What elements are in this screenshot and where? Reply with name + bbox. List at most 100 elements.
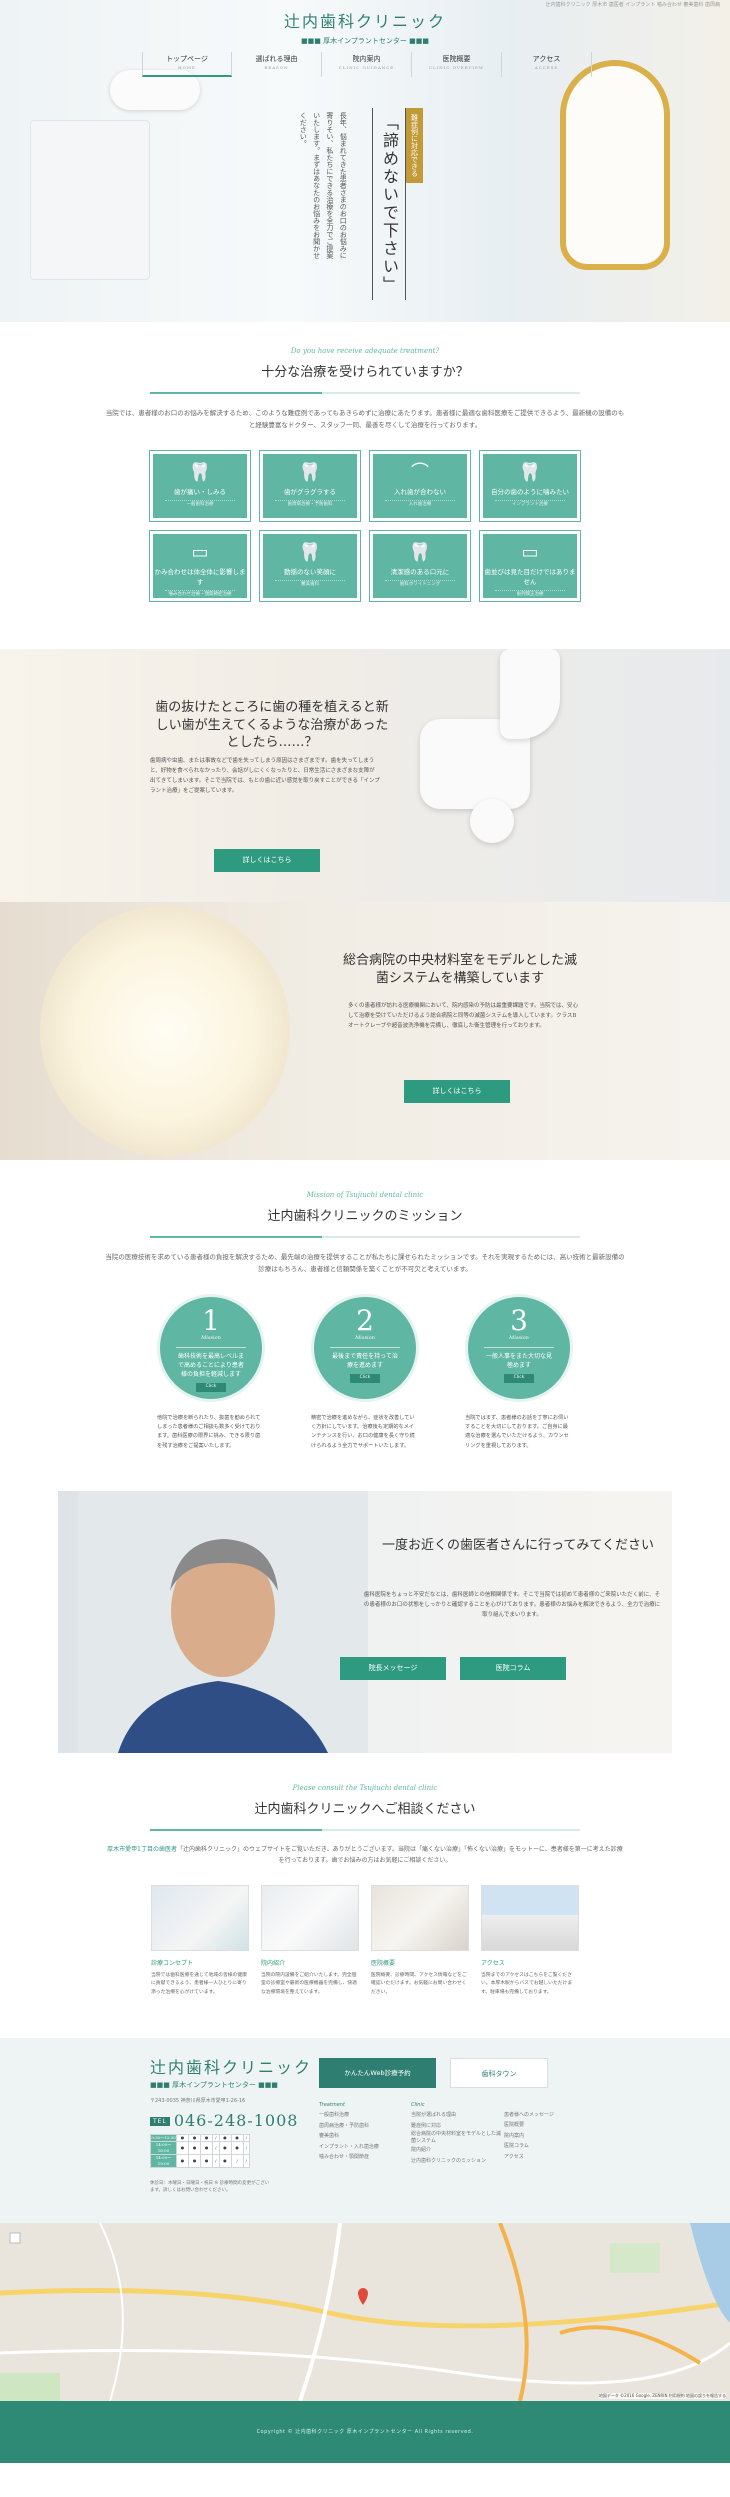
tooth-icon: 🦷 — [408, 542, 432, 564]
card-image — [261, 1884, 359, 1951]
footer-link[interactable]: 噛み合わせ・顎関節症 — [319, 2152, 419, 2163]
dental-town-banner[interactable]: 歯科タウン — [450, 2057, 548, 2088]
treatment-tile[interactable]: 🦷 歯がグラグラする 歯周病治療・予防歯科 — [259, 450, 361, 523]
hours-time: 9:30〜12:30 — [150, 2133, 177, 2142]
mission-desc: 当院ではまず、患者様のお話を丁寧にお伺いすることを大切にしております。ご自身に最… — [465, 1414, 569, 1449]
footer-link[interactable]: 審美歯科 — [319, 2131, 419, 2142]
mission-circle[interactable]: 1 Mission 歯科技術を最高レベルまで高めることにより患者様の負担を軽減し… — [157, 1293, 265, 1402]
mission-click[interactable]: Click — [349, 1374, 381, 1383]
hours-row: 9:30〜12:30 ● ● ● / ● ● / — [150, 2133, 251, 2142]
footer-link[interactable]: 歯周病治療・予防歯科 — [319, 2121, 419, 2132]
footer-link[interactable]: 一般歯科治療 — [319, 2110, 419, 2121]
section-intro: 当院では、患者様のお口のお悩みを解決するため、このような難症例であってもあきらめ… — [105, 409, 625, 429]
sterile-body: 多くの患者様が訪れる医療機関において、院内感染の予防は最重要課題です。当院では、… — [348, 1003, 579, 1030]
treatment-tile[interactable]: ▭ 歯並びは見た目だけではありません 歯列矯正治療 — [479, 530, 581, 603]
implant-more-button[interactable]: 詳しくはこちら — [214, 849, 320, 872]
treatment-tile[interactable]: 🦷 動揺のない笑顔に 審美歯科 — [259, 530, 361, 603]
treatment-section: Do you have receive adequate treatment? … — [0, 322, 730, 603]
lamp-arm-image — [500, 649, 560, 740]
mission-en: Mission — [509, 1334, 529, 1341]
consult-card[interactable]: アクセス 当院までのアクセスはこちらをご覧ください。本厚木駅からバスでお越しいた… — [481, 1884, 579, 1998]
section-title: 辻内歯科クリニックのミッション — [267, 1208, 463, 1224]
nav-reason[interactable]: 選ばれる理由 REASON — [232, 52, 322, 77]
hero-badge: 難症例に対応できる — [406, 108, 423, 183]
doctor-title: 一度お近くの歯医者さんに行ってみてください — [382, 1538, 654, 1554]
nav-access[interactable]: アクセス ACCESS — [502, 52, 592, 77]
nav-sublabel: CLINIC GUIDANCE — [338, 64, 395, 70]
card-title: 診療コンセプト — [151, 1959, 194, 1967]
surgical-light-image — [40, 906, 290, 1157]
footer-link[interactable]: 患者様へのメッセージ — [504, 2110, 604, 2121]
footer-phone[interactable]: TEL 046-248-1008 — [150, 2109, 298, 2133]
nav-clinic-overview[interactable]: 医院概要 CLINIC OVERVIEW — [412, 52, 502, 77]
tile-title: 入れ歯が合わない — [394, 488, 446, 497]
card-title: 院内紹介 — [261, 1959, 286, 1967]
consult-card[interactable]: 院内紹介 当院の院内設備をご紹介いたします。完全個室の診療室や最新の医療機器を完… — [261, 1884, 359, 1998]
footer-clinic-subtitle: ■■■ 厚木インプラントセンター ■■■ — [150, 2080, 278, 2089]
footer-link[interactable]: アクセス — [504, 2152, 604, 2163]
nav-label: 医院概要 — [442, 55, 471, 63]
main-nav: トップページ HOME 選ばれる理由 REASON 院内案内 CLINIC GU… — [142, 52, 592, 77]
hours-row: 14:00〜16:00 ● ● ● / ● ● / — [150, 2140, 251, 2155]
director-message-button[interactable]: 院長メッセージ — [340, 1657, 446, 1680]
mission-click[interactable]: Click — [195, 1383, 227, 1392]
tooth-icon: 🦷 — [298, 542, 322, 564]
hours-row: 14:00〜19:00 ● ● ● / ● / / — [150, 2153, 251, 2168]
nav-clinic-guidance[interactable]: 院内案内 CLINIC GUIDANCE — [322, 52, 412, 77]
mission-circle[interactable]: 3 Mission 一般人事をまた大切な見極めます Click — [465, 1293, 573, 1402]
mission-circle[interactable]: 2 Mission 最後まで責任を持って治療を進めます Click — [311, 1293, 419, 1402]
map-embed[interactable]: 地図データ ©2016 Google, ZENRIN 利用規約 地図の誤りを報告… — [0, 2222, 730, 2401]
treatment-tile[interactable]: 🦷 清潔感のある口元に 歯科ホワイトニング — [369, 530, 471, 603]
hero-headline: 「諦めないで下さい」 — [372, 108, 406, 300]
tile-title: 自分の歯のように噛みたい — [491, 488, 569, 497]
consult-intro: 厚木市愛甲1丁目の歯医者「辻内歯科クリニック」のウェブサイトをご覧いただき、あり… — [105, 1845, 625, 1867]
lamp-arm-image — [470, 799, 514, 844]
tile-subtitle: 噛み合わせ治療・顎関節症治療 — [165, 589, 235, 599]
footer-link[interactable]: 院内案内 — [504, 2131, 604, 2142]
mission-desc: 精密で治療を進めながら、症状を改善していく方針にしています。治療後も定期的なメイ… — [311, 1414, 415, 1449]
mission-number: 3 — [510, 1303, 528, 1337]
footer-link[interactable]: 難症例に対応 — [411, 2121, 501, 2132]
site-logo[interactable]: 辻内歯科クリニック ■■■ 厚木インプラントセンター ■■■ — [0, 10, 730, 47]
clinic-column-button[interactable]: 医院コラム — [460, 1657, 566, 1680]
consult-cards: 診療コンセプト 当院では歯科医療を通じて地域の皆様の健康に貢献できるよう、患者様… — [0, 1884, 730, 1998]
mission-en: Mission — [355, 1334, 375, 1341]
footer-link[interactable]: 当院が選ばれる理由 — [411, 2110, 501, 2121]
footer-link[interactable]: 医院コラム — [504, 2141, 604, 2152]
treatment-tile[interactable]: 🦷 歯が痛い・しみる 一般歯科治療 — [149, 450, 251, 523]
nav-home[interactable]: トップページ HOME — [142, 52, 232, 77]
hours-time: 14:00〜19:00 — [150, 2153, 177, 2168]
section-title: 辻内歯科クリニックへご相談ください — [254, 1801, 476, 1817]
treatment-tile[interactable]: 🦷 自分の歯のように噛みたい インプラント治療 — [479, 450, 581, 523]
tooth-icon: 🦷 — [188, 462, 212, 484]
footer-logo[interactable]: 辻内歯科クリニック ■■■ 厚木インプラントセンター ■■■ — [150, 2056, 312, 2091]
implant-section: 歯の抜けたところに歯の種を植えると新しい歯が生えてくるような治療があったとしたら… — [0, 649, 730, 903]
footer-link[interactable]: 辻内歯科クリニックのミッション — [411, 2156, 501, 2167]
section-intro: 当院の医療技術を求めている患者様の負担を解決するため、最先端の治療を提供すること… — [105, 1253, 625, 1274]
clinic-name: 辻内歯科クリニック — [283, 12, 446, 31]
footer-link[interactable]: インプラント・入れ歯治療 — [319, 2142, 419, 2153]
web-reservation-button[interactable]: かんたんWeb診療予約 — [319, 2057, 436, 2088]
treatment-tile[interactable]: ▭ かみ合わせは体全体に影響します 噛み合わせ治療・顎関節症治療 — [149, 530, 251, 603]
implant-title: 歯の抜けたところに歯の種を植えると新しい歯が生えてくるような治療があったとしたら… — [155, 700, 389, 751]
tile-subtitle: 歯周病治療・予防歯科 — [275, 500, 345, 509]
tile-subtitle: 一般歯科治療 — [165, 500, 235, 509]
consult-card[interactable]: 診療コンセプト 当院では歯科医療を通じて地域の皆様の健康に貢献できるよう、患者様… — [151, 1884, 249, 1998]
top-note: 辻内歯科クリニック 厚木市 歯医者 インプラント 噛み合わせ 審美歯科 歯周病 — [545, 2, 720, 8]
bite-icon: ▭ — [191, 542, 209, 564]
mission-click[interactable]: Click — [503, 1374, 535, 1383]
footer-link[interactable]: 総合病院の中央材料室をモデルとした滅菌システム — [411, 2131, 501, 2145]
treatment-tile[interactable]: ⌒ 入れ歯が合わない 入れ歯治療 — [369, 450, 471, 523]
mission-number: 1 — [202, 1303, 220, 1337]
hero-cabinet-image — [30, 120, 150, 280]
consult-card[interactable]: 医院概要 医院概要、診療時間、アクセス情報などをご確認いただけます。お気軽にお問… — [371, 1884, 469, 1998]
card-desc: 当院では歯科医療を通じて地域の皆様の健康に貢献できるよう、患者様一人ひとりに寄り… — [151, 1972, 247, 1996]
footer-link[interactable]: 医院概要 — [504, 2120, 604, 2131]
doctor-photo — [78, 1491, 368, 1754]
sterile-more-button[interactable]: 詳しくはこちら — [404, 1080, 510, 1103]
footer-links-other: 患者様へのメッセージ 医院概要 院内案内 医院コラム アクセス — [504, 2110, 604, 2163]
section-en-title: Mission of Tsujiuchi dental clinic — [306, 1191, 424, 1200]
section-en-title: Do you have receive adequate treatment? — [290, 347, 440, 355]
footer-link[interactable]: 院内紹介 — [411, 2145, 501, 2156]
tile-title: 歯が痛い・しみる — [174, 488, 226, 497]
